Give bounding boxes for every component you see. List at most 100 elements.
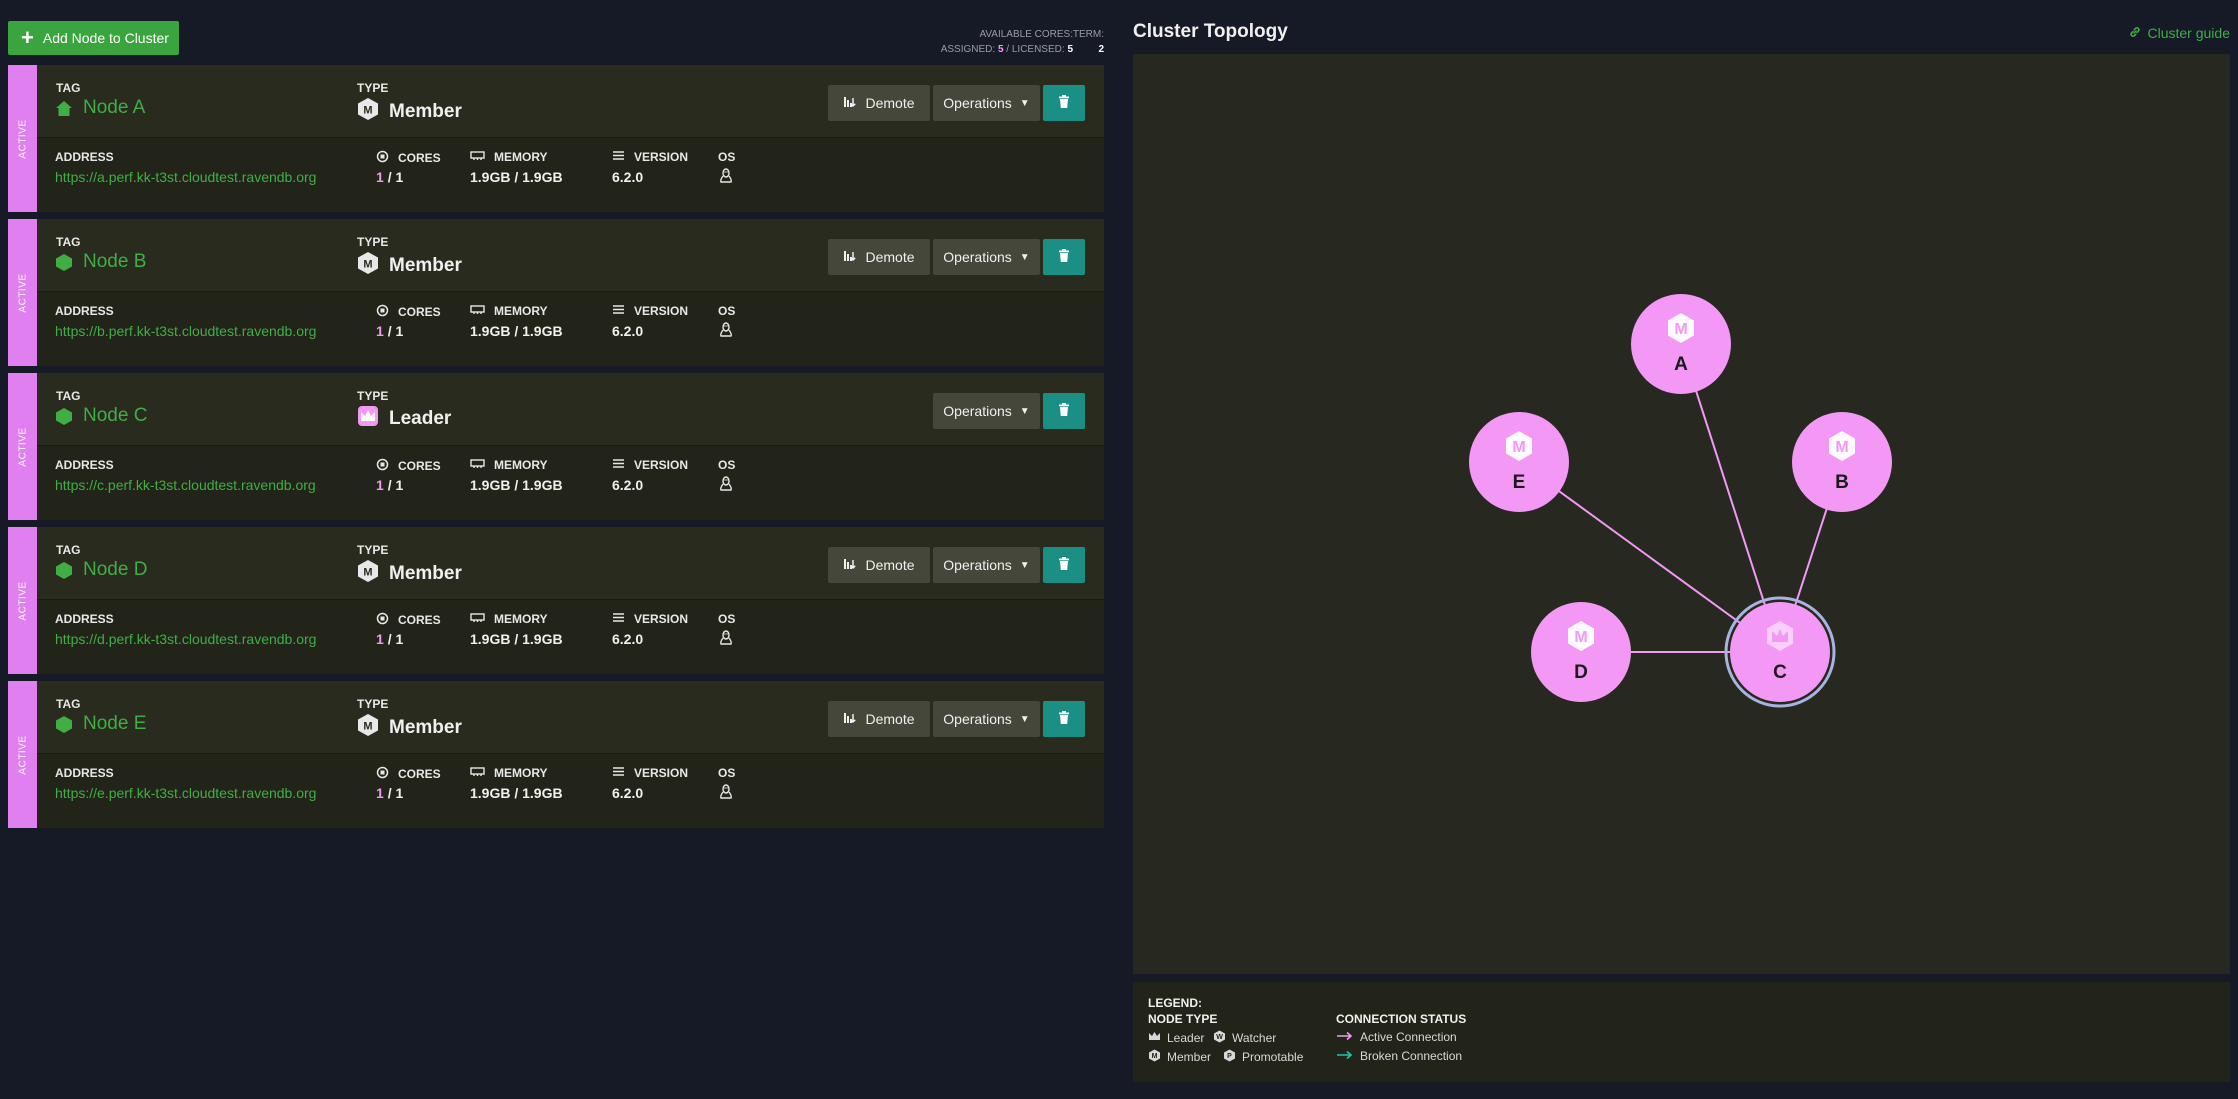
svg-text:M: M <box>1574 629 1587 646</box>
memory-label-text: MEMORY <box>494 766 548 780</box>
demote-button[interactable]: Demote <box>828 239 930 275</box>
assigned-label: ASSIGNED: <box>940 44 996 55</box>
topology-node-e[interactable]: ME <box>1469 412 1569 512</box>
memory-value: 1.9GB / 1.9GB <box>470 631 563 647</box>
operations-dropdown[interactable]: Operations ▼ <box>933 393 1040 429</box>
svg-text:M: M <box>1512 439 1525 456</box>
node-tag: Node A <box>55 97 145 119</box>
cores-label-text: CORES <box>398 305 441 319</box>
term-label: TERM: <box>1072 29 1104 40</box>
node-card: ACTIVE TAG Node E TYPE M Member Demote Operatio… <box>8 681 1104 828</box>
type-label: TYPE <box>357 81 389 95</box>
arrow-right-pink-icon <box>1336 1030 1354 1044</box>
tag-label: TAG <box>56 543 81 557</box>
legend-member: M Member <box>1148 1049 1211 1065</box>
node-address-link[interactable]: https://e.perf.kk-t3st.cloudtest.ravendb… <box>55 785 316 801</box>
delete-node-button[interactable] <box>1043 85 1085 121</box>
node-type-label: Leader <box>389 408 452 429</box>
operations-dropdown[interactable]: Operations ▼ <box>933 547 1040 583</box>
node-name: Node E <box>83 713 147 734</box>
os-label-text: OS <box>718 766 736 780</box>
demote-button[interactable]: Demote <box>828 85 930 121</box>
memory-label: MEMORY <box>470 150 548 164</box>
node-address-link[interactable]: https://b.perf.kk-t3st.cloudtest.ravendb… <box>55 323 316 339</box>
os-label-text: OS <box>718 458 736 472</box>
cores-total: / 1 <box>387 631 404 647</box>
operations-dropdown[interactable]: Operations ▼ <box>933 85 1040 121</box>
memory-icon <box>470 766 485 780</box>
address-label: ADDRESS <box>55 766 114 780</box>
legend-leader: Leader <box>1148 1030 1204 1046</box>
member-icon: M <box>357 251 379 281</box>
hexagon-icon <box>55 253 73 272</box>
delete-node-button[interactable] <box>1043 547 1085 583</box>
linux-icon <box>719 168 733 189</box>
cores-icon <box>376 458 389 474</box>
svg-text:M: M <box>363 105 372 117</box>
cores-label: CORES <box>376 458 441 474</box>
cores-value: 1 / 1 <box>376 323 403 339</box>
legend-watcher: W Watcher <box>1213 1030 1276 1046</box>
topology-node-label: E <box>1513 472 1526 493</box>
demote-label: Demote <box>865 95 915 111</box>
memory-icon <box>470 458 485 472</box>
cluster-guide-link[interactable]: Cluster guide <box>2129 25 2230 41</box>
node-address-link[interactable]: https://d.perf.kk-t3st.cloudtest.ravendb… <box>55 631 316 647</box>
memory-value: 1.9GB / 1.9GB <box>470 323 563 339</box>
address-label: ADDRESS <box>55 304 114 318</box>
demote-button[interactable]: Demote <box>828 701 930 737</box>
memory-label-text: MEMORY <box>494 458 548 472</box>
topology-node-d[interactable]: MD <box>1531 602 1631 702</box>
demote-label: Demote <box>865 711 915 727</box>
divider <box>37 445 1104 446</box>
cores-label: CORES <box>376 150 441 166</box>
term-info: TERM: 2 <box>1068 27 1104 57</box>
topology-node-b[interactable]: MB <box>1792 412 1892 512</box>
linux-icon <box>719 784 733 805</box>
cores-total: / 1 <box>387 785 404 801</box>
os-label-text: OS <box>718 612 736 626</box>
memory-value: 1.9GB / 1.9GB <box>470 169 563 185</box>
add-node-button[interactable]: + Add Node to Cluster <box>8 21 179 55</box>
version-label: VERSION <box>612 304 688 318</box>
legend-title: LEGEND: <box>1148 996 1202 1010</box>
operations-dropdown[interactable]: Operations ▼ <box>933 701 1040 737</box>
cores-label: CORES <box>376 304 441 320</box>
assigned-value: 5 <box>997 44 1004 55</box>
type-label: TYPE <box>357 543 389 557</box>
crown-icon <box>1148 1030 1161 1046</box>
node-type: M Member <box>357 713 462 743</box>
demote-button[interactable]: Demote <box>828 547 930 583</box>
node-status-stripe: ACTIVE <box>8 373 37 520</box>
svg-text:M: M <box>363 567 372 579</box>
node-address-link[interactable]: https://c.perf.kk-t3st.cloudtest.ravendb… <box>55 477 316 493</box>
node-address-link[interactable]: https://a.perf.kk-t3st.cloudtest.ravendb… <box>55 169 316 185</box>
delete-node-button[interactable] <box>1043 239 1085 275</box>
cores-used: 1 <box>376 323 384 339</box>
trash-icon <box>1058 248 1070 266</box>
hexagon-icon <box>55 407 73 426</box>
operations-label: Operations <box>943 249 1012 265</box>
hexagon-icon <box>55 715 73 734</box>
cores-label: CORES <box>376 612 441 628</box>
operations-dropdown[interactable]: Operations ▼ <box>933 239 1040 275</box>
legend-leader-label: Leader <box>1167 1031 1205 1045</box>
delete-node-button[interactable] <box>1043 701 1085 737</box>
node-status-stripe: ACTIVE <box>8 527 37 674</box>
legend-connection-title: CONNECTION STATUS <box>1336 1012 1467 1026</box>
topology-canvas[interactable]: MAMBCMDME <box>1133 54 2230 974</box>
delete-node-button[interactable] <box>1043 393 1085 429</box>
cores-icon <box>376 612 389 628</box>
topology-node-c[interactable]: C <box>1724 596 1836 708</box>
type-label: TYPE <box>357 697 389 711</box>
os-label-text: OS <box>718 304 736 318</box>
address-label: ADDRESS <box>55 612 114 626</box>
topology-node-a[interactable]: MA <box>1631 294 1731 394</box>
tag-label: TAG <box>56 697 81 711</box>
os-label: OS <box>718 304 735 318</box>
legend-active-connection: Active Connection <box>1336 1030 1457 1044</box>
cores-used: 1 <box>376 477 384 493</box>
demote-icon <box>843 557 857 574</box>
cores-total: / 1 <box>387 323 404 339</box>
trash-icon <box>1058 402 1070 420</box>
